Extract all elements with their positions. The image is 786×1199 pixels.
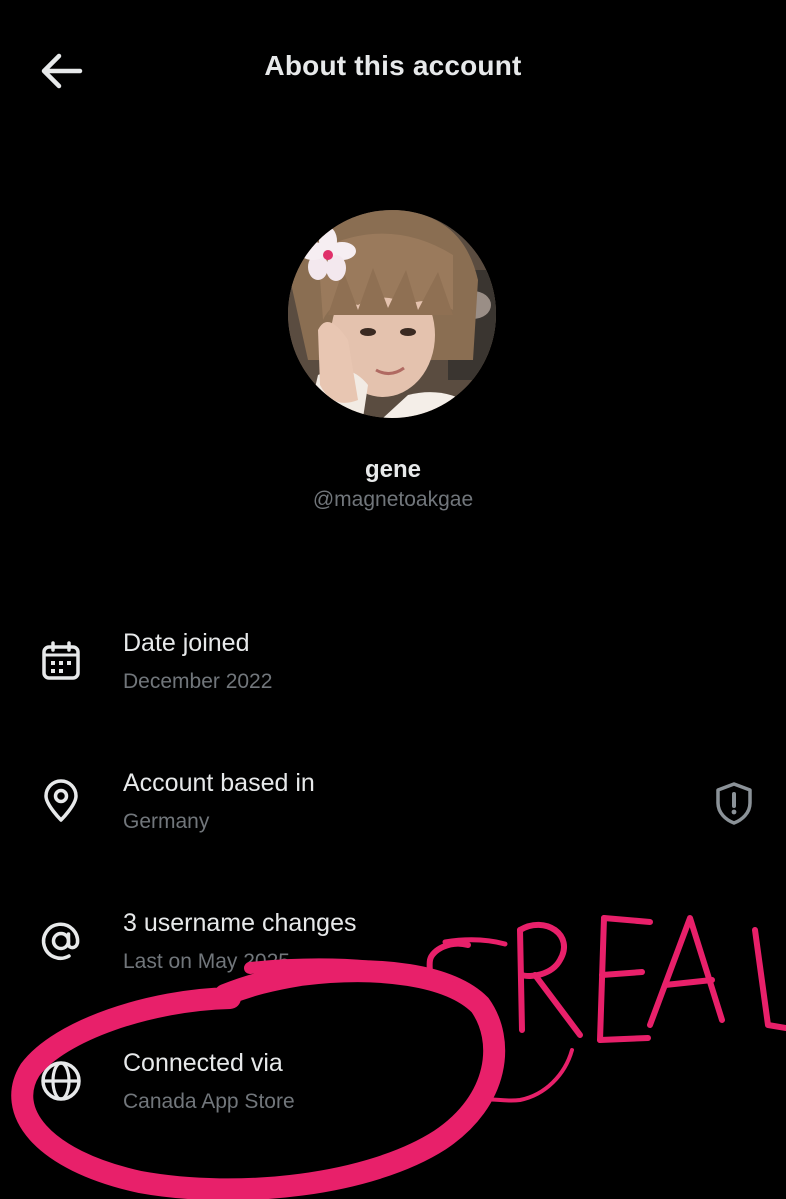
header-bar: About this account — [0, 0, 786, 140]
globe-icon — [38, 1058, 84, 1104]
detail-value: December 2022 — [123, 670, 273, 693]
handwritten-annotation — [11, 915, 786, 1199]
detail-row-account-based-in: Account based in Germany — [0, 760, 786, 860]
shield-alert-icon[interactable] — [712, 780, 756, 826]
detail-row-date-joined: Date joined December 2022 — [0, 620, 786, 720]
page-title: About this account — [264, 50, 522, 81]
username-handle: @magnetoakgae — [312, 488, 474, 511]
detail-title: 3 username changes — [123, 909, 357, 937]
avatar[interactable] — [288, 210, 496, 418]
display-name: gene — [364, 456, 421, 483]
location-pin-icon — [38, 778, 84, 824]
detail-title: Connected via — [123, 1049, 283, 1077]
calendar-icon — [38, 638, 84, 684]
at-sign-icon — [38, 918, 84, 964]
detail-value: Last on May 2025 — [123, 950, 290, 973]
detail-value: Canada App Store — [123, 1090, 295, 1113]
detail-title: Date joined — [123, 629, 250, 657]
detail-row-username-changes: 3 username changes Last on May 2025 — [0, 900, 786, 1000]
detail-title: Account based in — [123, 769, 315, 797]
detail-row-connected-via: Connected via Canada App Store — [0, 1040, 786, 1140]
detail-value: Germany — [123, 810, 210, 833]
